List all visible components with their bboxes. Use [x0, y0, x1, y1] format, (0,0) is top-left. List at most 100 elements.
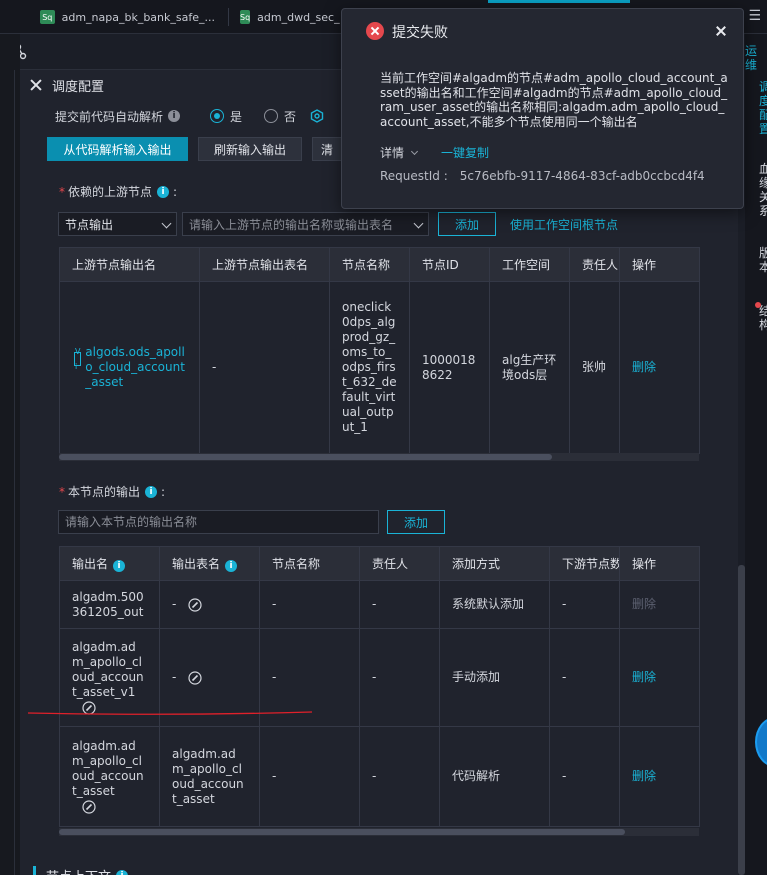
edit-icon[interactable]	[82, 700, 96, 715]
output-node-name: -	[259, 628, 360, 727]
radio-option-no[interactable]: 否	[264, 108, 296, 125]
table-row: algadm.adm_apollo_cloud_account_asset al…	[59, 726, 700, 827]
scrollbar-thumb[interactable]	[738, 565, 745, 875]
side-tab-schedule-config[interactable]: 调度配置	[759, 80, 767, 135]
tab-adm-napa[interactable]: Sq adm_napa_bk_bank_safe_...	[40, 0, 215, 34]
output-name: algadm.adm_apollo_cloud_account_asset_v1	[72, 640, 144, 699]
settings-hex-icon[interactable]	[310, 109, 324, 123]
column-header: 节点名称	[329, 247, 410, 282]
upstream-search-placeholder: 请输入上游节点的输出名称或输出表名	[189, 217, 394, 232]
upstream-node-id: 10000188622	[409, 281, 490, 454]
scrollbar-thumb[interactable]	[59, 454, 552, 460]
upstream-output-table: -	[199, 281, 330, 454]
outputs-label: 本节点的输出	[68, 485, 141, 499]
table-row: algadm.500361205_out - - - 系统默认添加 - 删除	[59, 580, 700, 629]
table-header-row: 上游节点输出名 上游节点输出表名 节点名称 节点ID 工作空间 责任人 操作	[59, 247, 700, 282]
edit-icon[interactable]	[188, 597, 202, 612]
output-name-cell: algadm.adm_apollo_cloud_account_asset	[59, 726, 160, 827]
column-header: 添加方式	[439, 546, 550, 581]
scrollbar-thumb[interactable]	[59, 829, 625, 835]
output-name-input[interactable]	[58, 510, 379, 534]
add-upstream-button[interactable]: 添加	[438, 212, 496, 236]
outputs-section-label: * 本节点的输出 i :	[59, 483, 165, 500]
output-add-method: 手动添加	[439, 628, 550, 727]
toast-title: 提交失败	[392, 25, 448, 41]
sql-file-icon: Sq	[240, 10, 251, 24]
delete-output-link[interactable]: 删除	[619, 628, 700, 727]
output-name: algadm.500361205_out	[59, 580, 160, 629]
clear-button[interactable]: 清	[312, 137, 342, 161]
info-icon[interactable]: i	[116, 869, 129, 875]
refresh-io-button[interactable]: 刷新输入输出	[198, 137, 302, 161]
radio-label-no: 否	[284, 109, 297, 124]
outputs-table: 输出名 i 输出表名 i 节点名称 责任人 添加方式 下游节点数 操作 algadm…	[59, 546, 700, 827]
column-header: 输出表名 i	[159, 546, 260, 581]
tab-divider	[228, 8, 229, 26]
info-icon[interactable]: i	[157, 185, 170, 198]
output-node-name: -	[259, 580, 360, 629]
error-icon	[366, 22, 384, 40]
sql-file-icon: Sq	[40, 10, 55, 24]
output-owner: -	[359, 628, 440, 727]
upstream-output-name[interactable]: algods.ods_apollo_cloud_account_asset	[85, 345, 187, 390]
radio-checked-icon[interactable]	[210, 109, 225, 123]
outputs-table-scrollbar[interactable]	[59, 828, 699, 836]
info-icon[interactable]: i	[168, 110, 181, 122]
output-downstream: -	[549, 726, 620, 827]
column-header: 工作空间	[489, 247, 570, 282]
radio-option-yes[interactable]: 是	[210, 108, 242, 125]
output-table-cell: -	[159, 580, 260, 629]
table-header-row: 输出名 i 输出表名 i 节点名称 责任人 添加方式 下游节点数 操作	[59, 546, 700, 581]
delete-output-link-disabled: 删除	[619, 580, 700, 629]
upstream-type-select[interactable]: 节点输出	[58, 212, 177, 236]
close-icon[interactable]	[714, 24, 728, 38]
column-header: 责任人	[359, 546, 440, 581]
detail-label: 详情	[380, 146, 405, 160]
hamburger-icon[interactable]: ☰	[748, 8, 761, 24]
info-icon[interactable]: i	[113, 560, 126, 572]
ops-center-link[interactable]: 运维	[745, 44, 767, 72]
label-colon: :	[161, 484, 166, 499]
side-tab-version[interactable]: 版本	[759, 246, 767, 274]
table-row: algadm.adm_apollo_cloud_account_asset_v1…	[59, 628, 700, 727]
close-icon[interactable]	[28, 77, 44, 93]
submit-error-toast: 提交失败 当前工作空间#algadm的节点#adm_apollo_cloud_a…	[341, 8, 744, 209]
delete-output-link[interactable]: 删除	[619, 726, 700, 827]
upstream-search-input[interactable]: 请输入上游节点的输出名称或输出表名	[182, 212, 429, 236]
edit-icon[interactable]	[82, 799, 96, 814]
radio-unchecked-icon[interactable]	[264, 109, 279, 123]
output-name: algadm.adm_apollo_cloud_account_asset	[72, 739, 144, 798]
column-header: 操作	[619, 247, 700, 282]
use-workspace-root-link[interactable]: 使用工作空间根节点	[510, 216, 618, 233]
request-id-value: 5c76ebfb-9117-4864-83cf-adb0ccbcd4f4	[459, 169, 705, 183]
chevron-down-icon	[161, 218, 172, 229]
side-tab-structure[interactable]: 结构	[759, 304, 767, 332]
delete-upstream-link[interactable]: 删除	[619, 281, 700, 454]
parse-from-code-button[interactable]: 从代码解析输入输出	[47, 137, 188, 161]
info-icon[interactable]: i	[145, 485, 158, 498]
required-mark: *	[59, 484, 65, 499]
toast-detail-toggle[interactable]: 详情	[380, 144, 423, 161]
copy-all-link[interactable]: 一键复制	[441, 144, 489, 161]
info-icon[interactable]: i	[225, 560, 238, 572]
output-downstream: -	[549, 580, 620, 629]
output-node-name: -	[259, 726, 360, 827]
auto-parse-row: 提交前代码自动解析 i 是 否	[55, 107, 324, 125]
column-header: 节点ID	[409, 247, 490, 282]
tab-adm-dwd[interactable]: Sq adm_dwd_sec_...	[240, 0, 340, 34]
active-tab-indicator	[488, 0, 630, 3]
column-header: 操作	[619, 546, 700, 581]
output-table-cell: -	[159, 628, 260, 727]
panel-title: 调度配置	[52, 79, 105, 95]
upstream-table-scrollbar[interactable]	[59, 453, 699, 461]
upstream-workspace: alg生产环境ods层	[489, 281, 570, 454]
edit-icon[interactable]	[188, 670, 202, 685]
side-tab-lineage[interactable]: 血缘关系	[759, 162, 767, 217]
add-output-button[interactable]: 添加	[387, 510, 445, 534]
next-section-label: 节点上下文	[46, 866, 111, 875]
virtual-node-badge-icon: Vi	[74, 347, 82, 371]
upstream-section-label: * 依赖的上游节点 i :	[59, 183, 177, 200]
upstream-output-name-cell[interactable]: Vi algods.ods_apollo_cloud_account_asset	[59, 281, 200, 454]
output-owner: -	[359, 580, 440, 629]
output-downstream: -	[549, 628, 620, 727]
